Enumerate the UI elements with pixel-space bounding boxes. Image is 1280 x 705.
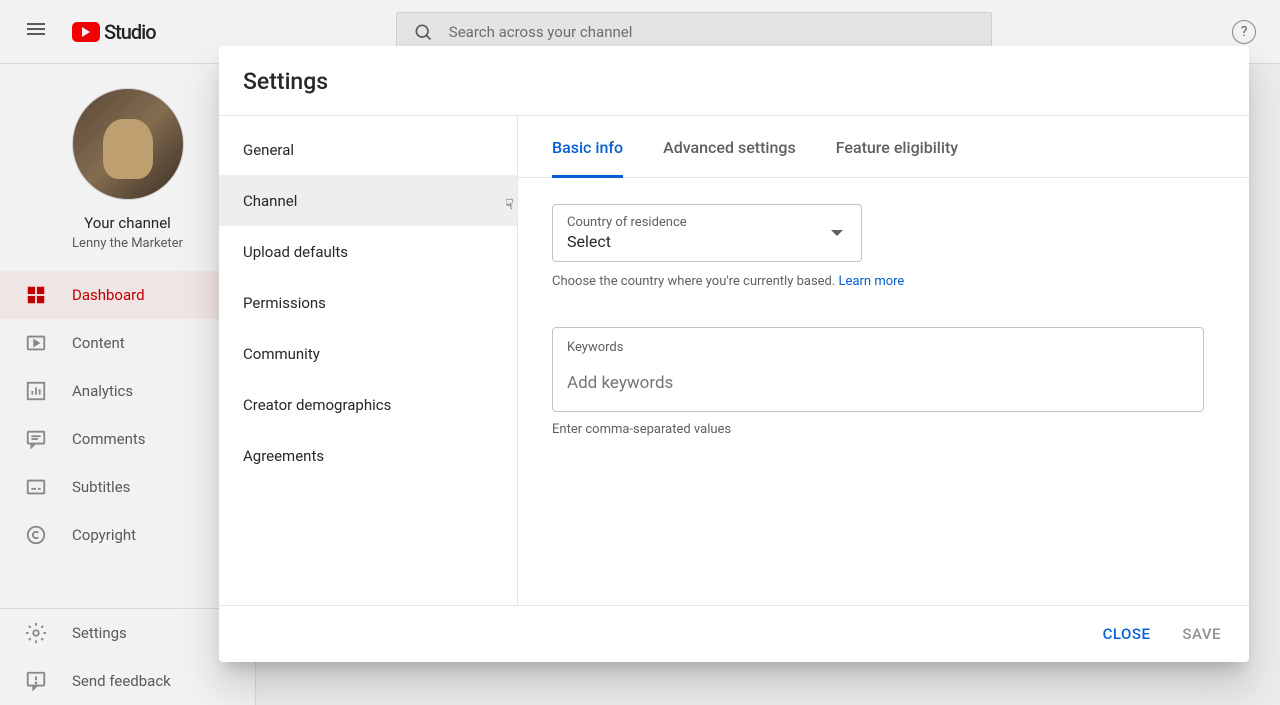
settings-item-creator-demographics[interactable]: Creator demographics	[219, 379, 517, 430]
country-helper-text: Choose the country where you're currentl…	[552, 274, 839, 289]
tab-panel-basic-info: Country of residence Select Choose the c…	[518, 178, 1249, 463]
settings-item-channel[interactable]: Channel ☟	[219, 175, 517, 226]
settings-item-community[interactable]: Community	[219, 328, 517, 379]
country-helper: Choose the country where you're currentl…	[552, 274, 1215, 289]
settings-item-upload-defaults[interactable]: Upload defaults	[219, 226, 517, 277]
modal-footer: CLOSE SAVE	[219, 606, 1249, 662]
settings-item-label: Channel	[243, 192, 297, 210]
country-value: Select	[567, 232, 847, 251]
settings-sidebar: General Channel ☟ Upload defaults Permis…	[219, 116, 518, 605]
save-button[interactable]: SAVE	[1178, 617, 1225, 651]
chevron-down-icon	[831, 230, 843, 236]
settings-item-agreements[interactable]: Agreements	[219, 430, 517, 481]
close-button[interactable]: CLOSE	[1099, 617, 1155, 651]
keywords-input[interactable]	[567, 373, 1189, 393]
settings-item-permissions[interactable]: Permissions	[219, 277, 517, 328]
settings-modal: Settings General Channel ☟ Upload defaul…	[219, 46, 1249, 662]
tab-feature-eligibility[interactable]: Feature eligibility	[836, 116, 958, 178]
settings-content: Basic info Advanced settings Feature eli…	[518, 116, 1249, 605]
tab-advanced-settings[interactable]: Advanced settings	[663, 116, 796, 178]
country-label: Country of residence	[567, 215, 847, 230]
tabs: Basic info Advanced settings Feature eli…	[518, 116, 1249, 178]
learn-more-link[interactable]: Learn more	[839, 274, 905, 289]
country-select[interactable]: Country of residence Select	[552, 204, 862, 262]
keywords-label: Keywords	[567, 340, 1189, 355]
keywords-field[interactable]: Keywords	[552, 327, 1204, 412]
modal-title: Settings	[219, 46, 1249, 115]
cursor-hand-icon: ☟	[505, 197, 514, 213]
modal-body: General Channel ☟ Upload defaults Permis…	[219, 115, 1249, 606]
keywords-helper: Enter comma-separated values	[552, 422, 1215, 437]
settings-item-general[interactable]: General	[219, 124, 517, 175]
tab-basic-info[interactable]: Basic info	[552, 116, 623, 178]
